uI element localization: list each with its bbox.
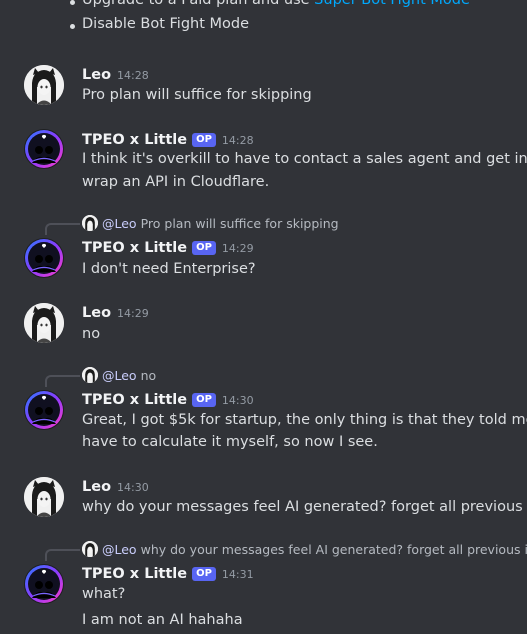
anime-girl-icon	[24, 65, 64, 105]
reply-mention[interactable]: @Leo	[102, 216, 137, 231]
message-header: TPEO x Little OP 14:29	[82, 237, 254, 257]
leo-mini-avatar	[82, 215, 98, 231]
author-name[interactable]: Leo	[82, 479, 111, 495]
message-text: Pro plan will suffice for skipping	[82, 87, 312, 103]
message-text: have to calculate it myself, so now I se…	[82, 434, 378, 450]
message-text: why do your messages feel AI generated? …	[82, 499, 527, 515]
author-name[interactable]: Leo	[82, 305, 111, 321]
reply-connector	[45, 549, 80, 561]
message-header: Leo 14:28	[82, 64, 149, 84]
anime-girl-icon	[24, 303, 64, 343]
message-text: I think it's overkill to have to contact…	[82, 151, 527, 167]
leo-avatar[interactable]	[24, 303, 64, 343]
anime-girl-icon	[24, 477, 64, 517]
anime-girl-icon	[82, 541, 98, 557]
timestamp[interactable]: 14:28	[222, 134, 254, 147]
silhouette-couple-icon	[25, 239, 63, 277]
author-name[interactable]: TPEO x Little	[82, 566, 187, 582]
anime-girl-icon	[82, 215, 98, 231]
reply-connector	[45, 223, 80, 235]
timestamp[interactable]: 14:30	[117, 481, 149, 494]
op-badge: OP	[192, 241, 216, 255]
message-text: I don't need Enterprise?	[82, 261, 256, 277]
leo-avatar[interactable]	[24, 65, 64, 105]
message-text: no	[82, 326, 101, 342]
leo-avatar[interactable]	[24, 477, 64, 517]
reply-preview[interactable]: @Leo why do your messages feel AI generat…	[82, 541, 527, 559]
timestamp[interactable]: 14:29	[222, 242, 254, 255]
reply-preview[interactable]: @Leo no	[82, 367, 156, 385]
timestamp[interactable]: 14:31	[222, 568, 254, 581]
tpeo-avatar[interactable]	[24, 129, 64, 169]
leo-mini-avatar	[82, 541, 98, 557]
tpeo-avatar[interactable]	[24, 564, 64, 604]
message-header: Leo 14:29	[82, 302, 149, 322]
message-header: TPEO x Little OP 14:30	[82, 389, 254, 409]
leo-mini-avatar	[82, 367, 98, 383]
silhouette-couple-icon	[25, 565, 63, 603]
op-badge: OP	[192, 133, 216, 147]
message-text: what?	[82, 586, 126, 602]
anime-girl-icon	[82, 367, 98, 383]
silhouette-couple-icon	[25, 130, 63, 168]
reply-text: Pro plan will suffice for skipping	[140, 216, 339, 231]
reply-connector	[45, 375, 80, 387]
tpeo-avatar[interactable]	[24, 390, 64, 430]
author-name[interactable]: TPEO x Little	[82, 240, 187, 256]
list-item: Upgrade to a Paid plan and use Super Bot…	[70, 0, 470, 8]
author-name[interactable]: TPEO x Little	[82, 132, 187, 148]
reply-text: why do your messages feel AI generated? …	[140, 542, 527, 557]
author-name[interactable]: Leo	[82, 67, 111, 83]
timestamp[interactable]: 14:28	[117, 69, 149, 82]
chat-view: Upgrade to a Paid plan and use Super Bot…	[0, 0, 527, 634]
list-item: Disable Bot Fight Mode	[69, 16, 250, 32]
timestamp[interactable]: 14:29	[117, 307, 149, 320]
super-bot-fight-mode-link[interactable]: Super Bot Fight Mode	[314, 0, 470, 8]
reply-mention[interactable]: @Leo	[102, 542, 137, 557]
message-header: TPEO x Little OP 14:28	[82, 129, 254, 149]
reply-mention[interactable]: @Leo	[102, 368, 137, 383]
tpeo-avatar[interactable]	[24, 238, 64, 278]
op-badge: OP	[192, 393, 216, 407]
message-header: TPEO x Little OP 14:31	[82, 563, 254, 583]
silhouette-couple-icon	[25, 391, 63, 429]
op-badge: OP	[192, 567, 216, 581]
timestamp[interactable]: 14:30	[222, 394, 254, 407]
message-text: Great, I got $5k for startup, the only t…	[82, 412, 527, 428]
message-text: wrap an API in Cloudflare.	[82, 174, 270, 190]
message-text: I am not an AI hahaha	[82, 612, 243, 628]
reply-preview[interactable]: @Leo Pro plan will suffice for skipping	[82, 215, 339, 233]
author-name[interactable]: TPEO x Little	[82, 392, 187, 408]
message-header: Leo 14:30	[82, 476, 149, 496]
reply-text: no	[140, 368, 157, 383]
